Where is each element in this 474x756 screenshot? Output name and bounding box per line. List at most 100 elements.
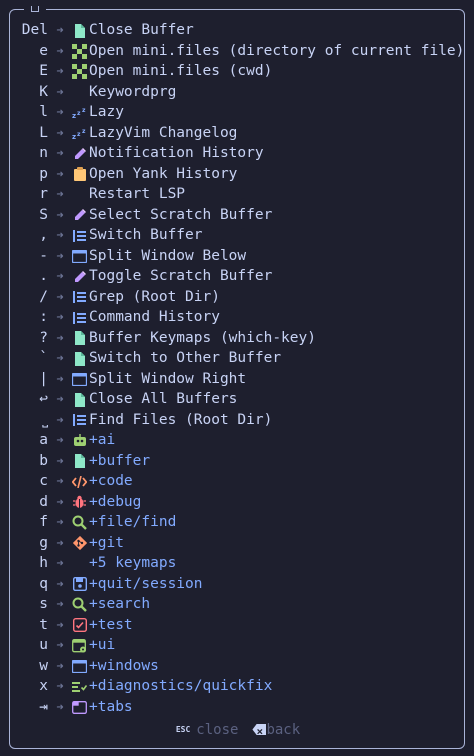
file-icon <box>72 23 87 38</box>
keymap-item[interactable]: a ➜ +ai <box>10 430 466 451</box>
svg-text:z: z <box>82 107 86 114</box>
keymap-item[interactable]: p ➜ Open Yank History <box>10 164 466 185</box>
keymap-key: | <box>39 370 48 387</box>
arrow-icon: ➜ <box>56 515 64 529</box>
keymap-item[interactable]: w ➜ +windows <box>10 656 466 677</box>
keymap-key: c <box>39 473 48 489</box>
keymap-item[interactable]: l ➜ z z z Lazy <box>10 102 466 123</box>
keymap-item[interactable]: ⇥ ➜ +tabs <box>10 697 466 718</box>
arrow-icon: ➜ <box>56 289 64 304</box>
keymap-item[interactable]: q ➜ +quit/session <box>10 574 466 595</box>
keymap-key: r <box>39 186 48 202</box>
keymap-item[interactable]: s ➜ +search <box>10 594 466 615</box>
keymap-item[interactable]: h ➜ +5 keymaps <box>10 553 466 574</box>
keymap-group-label: +5 keymaps <box>89 555 177 571</box>
close-hint[interactable]: close <box>196 722 238 738</box>
keymap-key: q <box>39 575 48 592</box>
keymap-item[interactable]: g ➜ +git <box>10 533 466 554</box>
keymap-item[interactable]: f ➜ +file/find <box>10 512 466 533</box>
keymap-label: LazyVim Changelog <box>89 124 238 141</box>
keymap-item[interactable]: x ➜ +diagnostics/quickfix <box>10 676 466 697</box>
arrow-icon: ➜ <box>56 392 64 406</box>
arrow-icon: ➜ <box>56 23 64 37</box>
keymap-key: n <box>39 145 48 161</box>
svg-text:z: z <box>82 128 86 135</box>
keymap-item[interactable]: ⎵ ➜ Find Files (Root Dir) <box>10 410 466 431</box>
keymap-key: ↩ <box>39 391 48 407</box>
keymap-item[interactable]: u ➜ +ui <box>10 635 466 656</box>
keymap-item[interactable]: - ➜ Split Window Below <box>10 246 466 267</box>
keymap-item[interactable]: / ➜ Grep (Root Dir) <box>10 287 466 308</box>
keymap-label: Switch to Other Buffer <box>89 350 282 366</box>
arrow-icon: ➜ <box>56 679 64 693</box>
keymap-label: Find Files (Root Dir) <box>89 411 273 428</box>
arrow-icon: ➜ <box>56 248 64 263</box>
keymap-item[interactable]: : ➜ Command History <box>10 307 466 328</box>
keymap-label: Switch Buffer <box>89 227 203 243</box>
keymap-item[interactable]: b ➜ +buffer <box>10 451 466 472</box>
keymap-item[interactable]: ? ➜ Buffer Keymaps (which-key) <box>10 328 466 349</box>
keymap-key: ⎵ <box>42 411 48 428</box>
list-icon <box>72 310 87 325</box>
zzz-icon: zzz <box>72 105 87 120</box>
keymap-key: d <box>39 493 48 510</box>
keymap-label: Grep (Root Dir) <box>89 288 220 305</box>
back-hint[interactable]: back <box>266 722 300 738</box>
keymap-label: Open mini.files (directory of current fi… <box>89 42 465 59</box>
arrow-icon: ➜ <box>56 699 64 714</box>
arrow-icon: ➜ <box>56 43 64 58</box>
keymap-item[interactable]: n ➜ Notification History <box>10 143 466 164</box>
keymap-key: p <box>39 165 48 182</box>
keymap-item[interactable]: . ➜ Toggle Scratch Buffer <box>10 266 466 287</box>
which-key-popup: Del ➜ Close Buffer e ➜ Open mini.files (direc… <box>9 6 466 749</box>
keymap-item[interactable]: | ➜ Split Window Right <box>10 369 466 390</box>
keymap-key: f <box>39 514 48 530</box>
keymap-label: Toggle Scratch Buffer <box>89 268 273 284</box>
keymap-group-label: +diagnostics/quickfix <box>89 678 273 694</box>
code-icon <box>72 474 87 489</box>
list-icon <box>72 290 87 305</box>
keymap-label: Close Buffer <box>89 22 194 38</box>
arrow-icon: ➜ <box>56 453 64 468</box>
keymap-group-label: +quit/session <box>89 575 203 592</box>
keymap-key: a <box>39 432 48 448</box>
keymap-item[interactable]: L ➜ z z z LazyVim Changelog <box>10 123 466 144</box>
arrow-icon: ➜ <box>56 474 64 488</box>
arrow-icon: ➜ <box>56 330 64 345</box>
keymap-key: w <box>39 657 48 674</box>
minifiles-icon <box>72 43 87 59</box>
keymap-item[interactable]: E ➜ Open mini.files (cwd) <box>10 61 466 82</box>
keymap-item[interactable]: ` ➜ Switch to Other Buffer <box>10 348 466 369</box>
keymap-item[interactable]: c ➜ +code <box>10 471 466 492</box>
file-icon <box>72 351 87 366</box>
keymap-key: / <box>39 288 48 305</box>
svg-text:z: z <box>72 133 76 140</box>
keymap-item[interactable]: Del ➜ Close Buffer <box>10 20 466 41</box>
keymap-group-label: +ui <box>89 637 116 653</box>
keymap-key: ` <box>39 350 48 366</box>
keymap-item[interactable]: K ➜ Keywordprg <box>10 82 466 103</box>
note-icon <box>72 208 87 223</box>
diagnostics-icon <box>72 679 87 694</box>
keymap-item[interactable]: t ➜ +test <box>10 615 466 636</box>
keymap-key: ⇥ <box>39 698 48 715</box>
keymap-group-label: +buffer <box>89 452 151 469</box>
backspace-icon <box>252 724 267 735</box>
keymap-group-label: +tabs <box>89 698 133 715</box>
keymap-item[interactable]: S ➜ Select Scratch Buffer <box>10 205 466 226</box>
keymap-item[interactable]: d ➜ +debug <box>10 492 466 513</box>
keymap-group-label: +file/find <box>89 514 177 530</box>
bug-icon <box>72 495 87 510</box>
arrow-icon: ➜ <box>56 576 64 591</box>
keymap-label: Open mini.files (cwd) <box>89 63 273 79</box>
keymap-item[interactable]: ↩ ➜ Close All Buffers <box>10 389 466 410</box>
keymap-item[interactable]: r ➜ Restart LSP <box>10 184 466 205</box>
search-icon <box>72 597 87 612</box>
window-icon <box>72 372 87 387</box>
keymap-item[interactable]: e ➜ Open mini.files (directory of current … <box>10 41 466 62</box>
arrow-icon: ➜ <box>56 64 64 78</box>
none-icon <box>72 85 87 100</box>
keymap-group-label: +code <box>89 473 133 489</box>
border-notch <box>24 6 46 14</box>
keymap-item[interactable]: , ➜ Switch Buffer <box>10 225 466 246</box>
